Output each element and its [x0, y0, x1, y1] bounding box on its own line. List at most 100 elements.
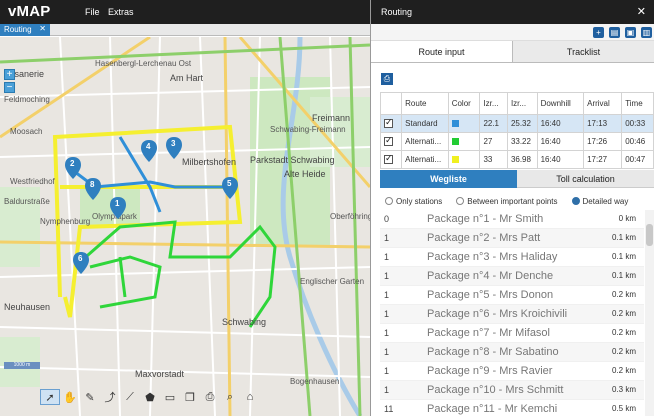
route-color — [447, 132, 481, 151]
map-label: Bogenhausen — [290, 377, 340, 386]
item-distance: 0.5 km — [611, 404, 636, 413]
item-distance: 0.1 km — [611, 252, 636, 261]
item-index: 1 — [384, 233, 390, 243]
map-toolbar: ➚ ✋ ✎ ⤴ ⟋ ⬟ ▭ ❐ ⎙ ⌕ ⌂ — [40, 388, 330, 406]
radio-detailed-way[interactable]: Detailed way — [571, 197, 628, 206]
open-icon[interactable]: ▤ — [609, 27, 620, 38]
route-name: Alternati... — [401, 150, 449, 169]
route-downhill: 16:40 — [536, 132, 585, 151]
radio-dot[interactable] — [571, 197, 580, 205]
column-header[interactable]: Izr... — [506, 92, 538, 115]
layer-icon[interactable]: ▭ — [160, 389, 180, 405]
list-item[interactable]: 1 Package n°8 - Mr Sabatino 0.2 km — [380, 343, 644, 362]
waylist-scrollbar[interactable] — [645, 210, 654, 416]
list-item[interactable]: 1 Package n°2 - Mrs Patt 0.1 km — [380, 229, 644, 248]
route-time: 00:33 — [621, 114, 654, 133]
route-time: 00:46 — [621, 132, 654, 151]
node-edit-icon[interactable]: ⤴ — [100, 389, 120, 405]
draw-line-icon[interactable]: ✎ — [80, 389, 100, 405]
tab-wegliste[interactable]: Wegliste — [380, 170, 517, 188]
search-icon[interactable]: ⌕ — [220, 389, 240, 405]
table-row[interactable]: Alternati... 27 33.22 16:40 17:26 00:46 — [379, 132, 654, 151]
item-distance: 0.2 km — [611, 366, 636, 375]
table-row[interactable]: Standard 22.1 25.32 16:40 17:13 00:33 — [379, 114, 654, 133]
detail-level-radios: Only stations Between important points D… — [385, 193, 654, 209]
map-svg[interactable] — [0, 37, 370, 416]
radio-dot[interactable] — [385, 197, 393, 205]
list-item[interactable]: 1 Package n°7 - Mr Mifasol 0.2 km — [380, 324, 644, 343]
list-item[interactable]: 1 Package n°4 - Mr Denche 0.1 km — [380, 267, 644, 286]
home-icon[interactable]: ⌂ — [240, 389, 260, 405]
tab-route-input[interactable]: Route input — [371, 41, 513, 62]
vertex-icon[interactable]: ⟋ — [120, 389, 140, 405]
map-label: Maxvorstadt — [135, 369, 185, 379]
polygon-icon[interactable]: ⬟ — [140, 389, 160, 405]
menu-extras[interactable]: Extras — [108, 7, 134, 17]
close-icon[interactable]: ✕ — [637, 5, 646, 18]
export-icon[interactable]: ▥ — [641, 27, 652, 38]
column-header[interactable]: Downhill — [536, 92, 585, 115]
list-item[interactable]: 11 Package n°11 - Mr Kemchi 0.5 km — [380, 400, 644, 416]
checkbox[interactable] — [384, 153, 393, 165]
list-item[interactable]: 1 Package n°3 - Mrs Haliday 0.1 km — [380, 248, 644, 267]
row-checkbox[interactable] — [379, 150, 403, 169]
map-label: Westfriedhof — [10, 177, 55, 186]
item-name: Package n°5 - Mrs Donon — [427, 289, 554, 301]
route-name: Standard — [401, 114, 449, 133]
route-downhill: 16:40 — [536, 114, 585, 133]
tab-tracklist[interactable]: Tracklist — [513, 41, 654, 62]
tab-toll-calculation[interactable]: Toll calculation — [517, 170, 654, 188]
zoom-out-button[interactable]: − — [4, 82, 15, 93]
panel-header: Routing ✕ — [371, 0, 654, 24]
map-label: Milbertshofen — [182, 157, 237, 167]
map-label: Baldurstraße — [4, 197, 50, 206]
row-checkbox[interactable] — [379, 132, 403, 151]
zoom-in-button[interactable]: + — [4, 69, 15, 80]
list-item[interactable]: 1 Package n°5 - Mrs Donon 0.2 km — [380, 286, 644, 305]
pointer-icon[interactable]: ➚ — [40, 389, 60, 405]
item-index: 1 — [384, 252, 390, 262]
column-header[interactable]: Color — [447, 92, 481, 115]
app-header: vMAP File Extras — [0, 0, 370, 24]
table-row[interactable]: Alternati... 33 36.98 16:40 17:27 00:47 — [379, 150, 654, 169]
print-icon[interactable]: ⎙ — [381, 73, 393, 85]
panel-tabs: Route input Tracklist — [371, 41, 654, 63]
radio-only-stations[interactable]: Only stations — [385, 197, 442, 206]
map-label: Nymphenburg — [40, 217, 91, 226]
column-header[interactable]: Route — [401, 92, 449, 115]
route-value: 25.32 — [506, 114, 538, 133]
tracklist-toolbar: ⎙ — [371, 63, 654, 91]
hand-icon[interactable]: ✋ — [60, 389, 80, 405]
radio-dot[interactable] — [456, 197, 465, 205]
copy-icon[interactable]: ❐ — [180, 389, 200, 405]
print-icon[interactable]: ⎙ — [200, 389, 220, 405]
close-icon[interactable]: ✕ — [39, 24, 46, 33]
checkbox[interactable] — [384, 135, 393, 147]
route-downhill: 16:40 — [536, 150, 585, 169]
list-item[interactable]: 1 Package n°10 - Mrs Schmitt 0.3 km — [380, 381, 644, 400]
item-index: 0 — [384, 214, 390, 224]
save-icon[interactable]: ▣ — [625, 27, 636, 38]
map-label: Schwabing-Freimann — [270, 125, 346, 134]
item-index: 1 — [384, 366, 390, 376]
checkbox[interactable] — [384, 117, 393, 129]
add-icon[interactable]: + — [593, 27, 604, 38]
route-value: 22.1 — [479, 114, 508, 133]
item-index: 1 — [384, 385, 390, 395]
route-arrival: 17:27 — [583, 150, 623, 169]
menu-file[interactable]: File — [85, 7, 100, 17]
map-canvas[interactable]: Hasenbergl-Lerchenau Ost Am Hart Fasaner… — [0, 37, 370, 416]
list-item[interactable]: 1 Package n°9 - Mrs Ravier 0.2 km — [380, 362, 644, 381]
list-item[interactable]: 0 Package n°1 - Mr Smith 0 km — [380, 210, 644, 229]
column-header[interactable]: Time — [621, 92, 654, 115]
radio-between-points[interactable]: Between important points — [456, 197, 558, 206]
radio-label: Only stations — [396, 196, 443, 206]
row-checkbox[interactable] — [379, 114, 403, 133]
map-label: Moosach — [10, 127, 43, 136]
column-header[interactable]: Arrival — [583, 92, 623, 115]
column-header[interactable]: Izr... — [479, 92, 508, 115]
scrollbar-thumb[interactable] — [646, 224, 653, 246]
color-swatch — [451, 120, 459, 128]
tab-routing[interactable]: Routing ✕ — [0, 24, 50, 36]
list-item[interactable]: 1 Package n°6 - Mrs Kroichivili 0.2 km — [380, 305, 644, 324]
